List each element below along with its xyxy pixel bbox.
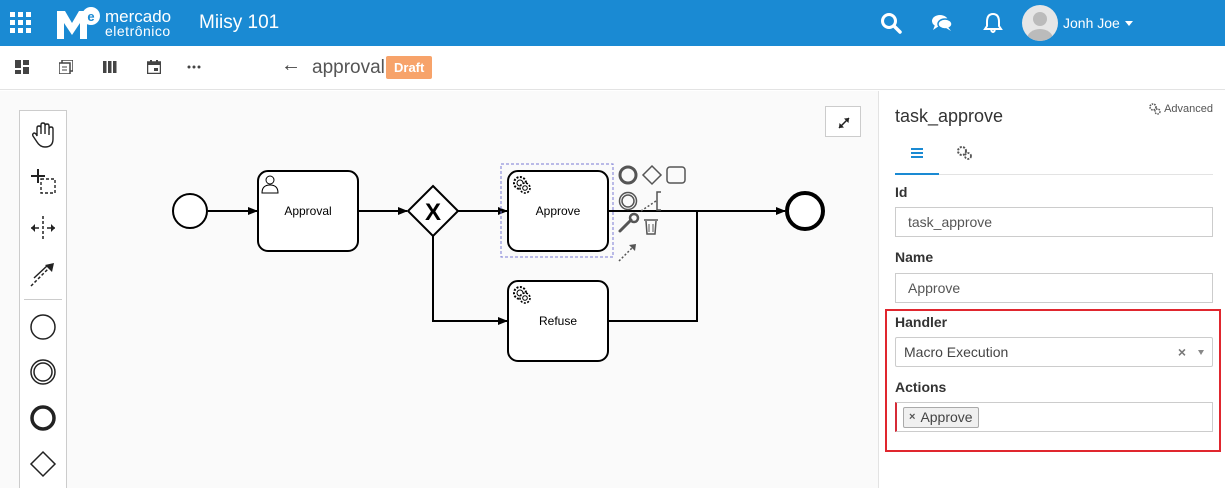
dashboard-icon[interactable] bbox=[15, 60, 29, 74]
start-event-icon[interactable] bbox=[28, 312, 58, 342]
bell-icon[interactable] bbox=[981, 11, 1005, 35]
exclusive-gateway[interactable]: X bbox=[406, 184, 460, 238]
append-gateway-icon[interactable] bbox=[641, 164, 663, 186]
gears-icon bbox=[957, 146, 972, 160]
remove-tag-button[interactable]: × bbox=[909, 408, 915, 427]
context-pad[interactable] bbox=[618, 164, 686, 262]
logo-line2: eletrônico bbox=[105, 23, 171, 39]
append-task-icon[interactable] bbox=[666, 166, 686, 184]
expand-icon bbox=[838, 117, 850, 129]
end-event-icon[interactable] bbox=[28, 403, 58, 433]
palette-separator bbox=[24, 299, 62, 300]
tool-palette bbox=[19, 110, 67, 488]
name-label: Name bbox=[895, 249, 934, 265]
tab-advanced[interactable] bbox=[943, 135, 987, 175]
search-icon[interactable] bbox=[879, 11, 903, 35]
bpmn-diagram[interactable]: Approval X Approve Refuse bbox=[0, 91, 878, 488]
logo-line1: mercado bbox=[105, 7, 172, 26]
lasso-tool-icon[interactable] bbox=[28, 166, 58, 196]
handler-clear-button[interactable]: × bbox=[1178, 344, 1186, 360]
append-intermediate-event-icon[interactable] bbox=[618, 191, 638, 211]
task-approval-label: Approval bbox=[284, 204, 331, 218]
advanced-label: Advanced bbox=[1164, 103, 1213, 115]
avatar-icon bbox=[1022, 5, 1058, 41]
top-header: e mercado eletrônico Miisy 101 Jonh Joe bbox=[0, 0, 1225, 46]
end-event[interactable] bbox=[785, 191, 825, 231]
chat-icon[interactable] bbox=[930, 11, 954, 35]
hand-tool-icon[interactable] bbox=[28, 120, 58, 150]
logo-mark-icon: e bbox=[57, 7, 100, 39]
tab-general[interactable] bbox=[895, 135, 939, 175]
start-event[interactable] bbox=[172, 193, 208, 229]
space-tool-icon[interactable] bbox=[28, 213, 58, 243]
page-title: approval bbox=[312, 57, 385, 78]
actions-label: Actions bbox=[895, 379, 947, 395]
list-icon bbox=[911, 148, 923, 158]
status-badge: Draft bbox=[386, 56, 433, 79]
properties-panel: task_approve Advanced Id task_approve Na… bbox=[878, 91, 1225, 488]
task-refuse[interactable]: Refuse bbox=[507, 280, 609, 362]
text-annotation-icon[interactable] bbox=[640, 191, 661, 212]
more-icon[interactable] bbox=[187, 60, 201, 74]
gateway-mark: X bbox=[425, 199, 441, 226]
append-end-event-icon[interactable] bbox=[618, 165, 638, 185]
chevron-down-icon[interactable] bbox=[1198, 350, 1204, 355]
connect-icon[interactable] bbox=[618, 244, 636, 262]
documents-icon[interactable] bbox=[59, 60, 73, 74]
secondary-toolbar: ← approval Draft bbox=[0, 46, 1225, 90]
fullscreen-button[interactable] bbox=[825, 106, 861, 137]
id-field[interactable]: task_approve bbox=[895, 207, 1213, 237]
actions-multiselect[interactable]: × Approve bbox=[895, 402, 1213, 432]
app-title: Miisy 101 bbox=[199, 12, 280, 33]
id-label: Id bbox=[895, 184, 908, 200]
back-button[interactable]: ← bbox=[281, 54, 301, 77]
logo-text: mercado eletrônico bbox=[105, 7, 172, 39]
gateway-icon[interactable] bbox=[28, 449, 58, 479]
panel-title: task_approve bbox=[895, 106, 1004, 126]
advanced-link[interactable]: Advanced bbox=[1149, 103, 1213, 115]
connect-tool-icon[interactable] bbox=[28, 259, 58, 289]
intermediate-event-icon[interactable] bbox=[28, 357, 58, 387]
diagram-canvas[interactable]: Approval X Approve Refuse bbox=[0, 91, 878, 488]
action-tag: × Approve bbox=[903, 407, 979, 428]
handler-value: Macro Execution bbox=[904, 344, 1009, 360]
apps-grid-icon[interactable] bbox=[10, 12, 31, 33]
trash-icon[interactable] bbox=[644, 219, 658, 235]
user-menu[interactable]: Jonh Joe bbox=[1022, 5, 1133, 41]
columns-icon[interactable] bbox=[103, 60, 117, 74]
panel-tabs bbox=[895, 135, 1213, 175]
name-field[interactable]: Approve bbox=[895, 273, 1213, 303]
gears-small-icon bbox=[1149, 103, 1161, 115]
calendar-icon[interactable] bbox=[147, 60, 161, 74]
handler-select[interactable]: Macro Execution × bbox=[895, 337, 1213, 367]
user-name: Jonh Joe bbox=[1063, 15, 1120, 31]
action-tag-label: Approve bbox=[920, 409, 973, 425]
task-approve[interactable]: Approve bbox=[500, 163, 614, 258]
logo[interactable]: e mercado eletrônico bbox=[55, 6, 171, 42]
wrench-icon[interactable] bbox=[618, 212, 640, 233]
logo-mark-letter: e bbox=[87, 9, 94, 24]
task-approval[interactable]: Approval bbox=[257, 170, 359, 252]
caret-down-icon bbox=[1124, 20, 1133, 26]
task-refuse-label: Refuse bbox=[539, 314, 577, 328]
task-approve-label: Approve bbox=[536, 204, 581, 218]
handler-label: Handler bbox=[895, 314, 948, 330]
